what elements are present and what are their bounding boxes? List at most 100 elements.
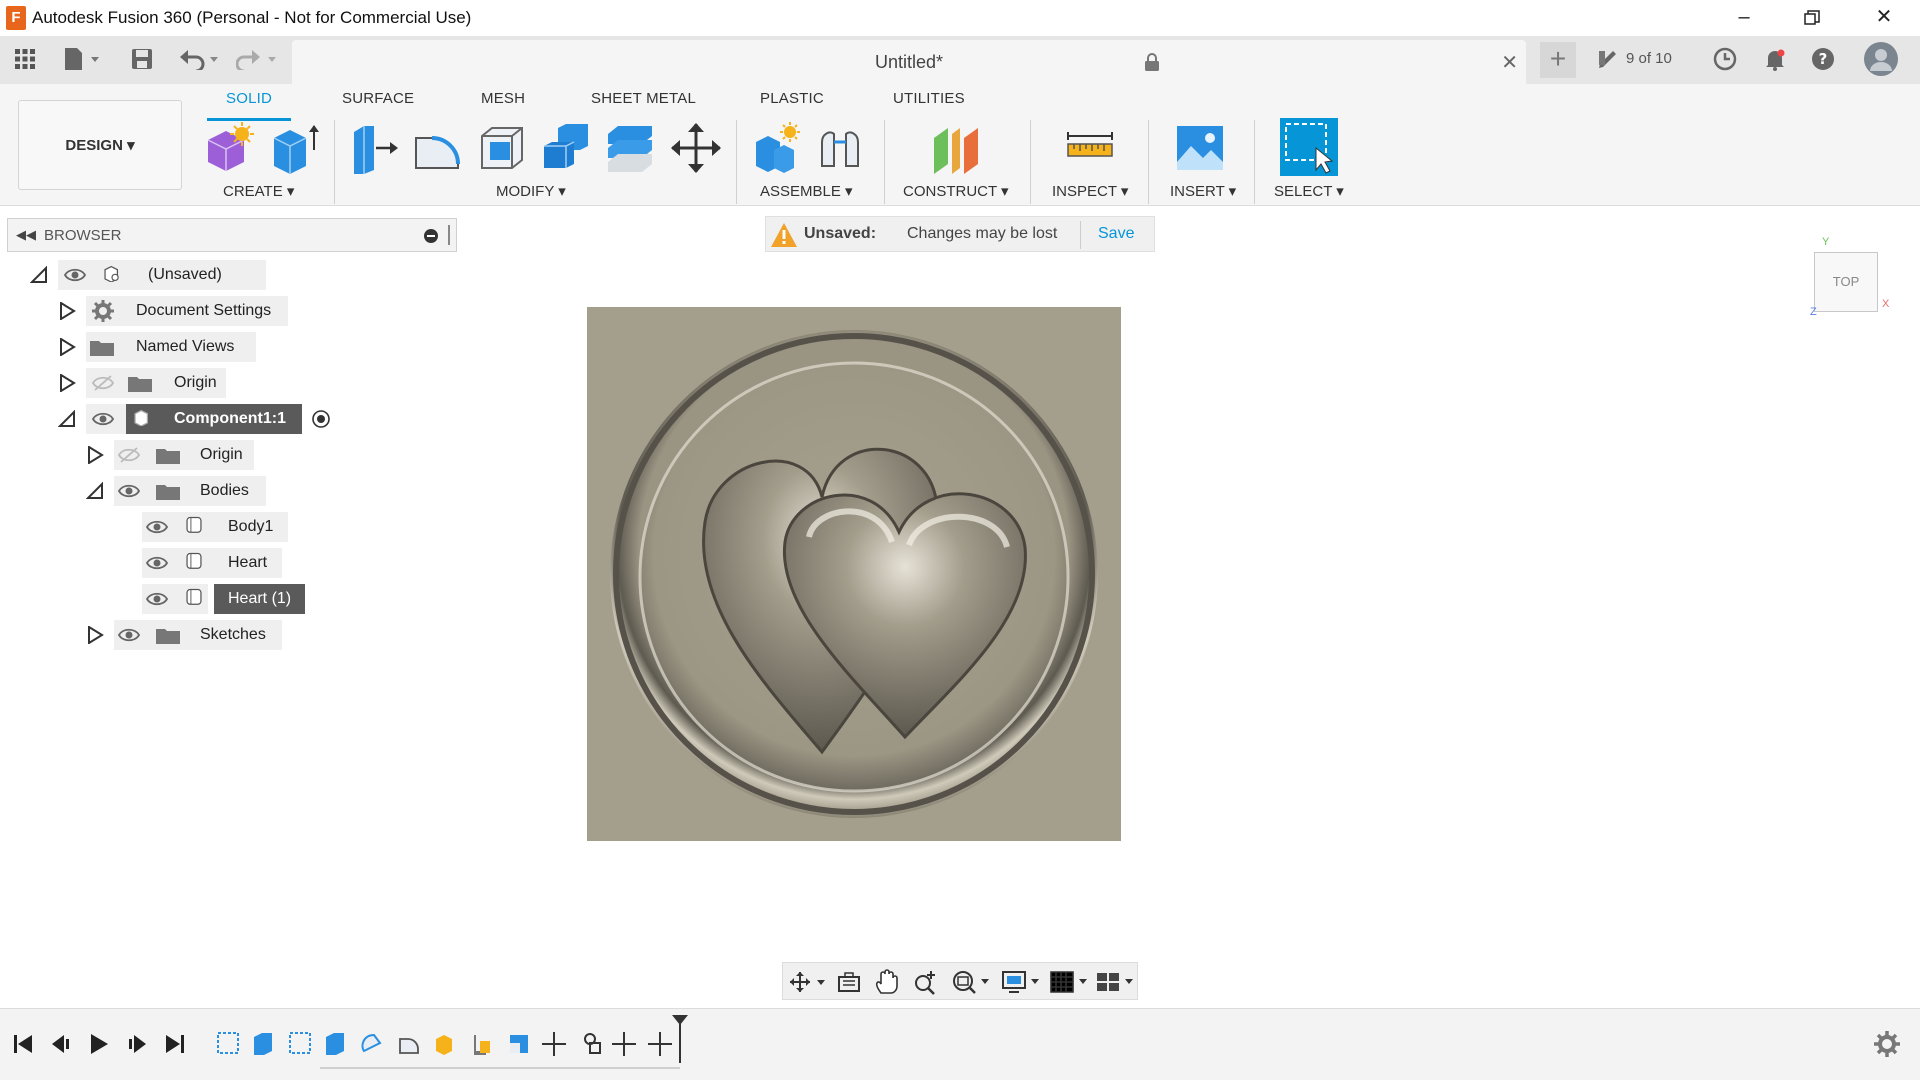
tab-mesh[interactable]: MESH [481,90,525,107]
tree-row-origin[interactable]: Origin [56,368,356,398]
data-panel-grid-icon[interactable] [12,46,38,72]
fit-zoom-window-icon[interactable] [951,969,993,995]
document-tab[interactable]: Untitled* ✕ [292,40,1526,84]
notifications-bell-icon[interactable] [1762,46,1788,72]
visibility-eye-icon[interactable] [146,518,168,536]
file-menu-icon[interactable] [62,46,104,72]
activate-component-radio-icon[interactable] [312,410,330,428]
shell-icon[interactable] [476,122,528,174]
collapse-browser-icon[interactable]: ◀◀ [16,227,36,243]
tab-surface[interactable]: SURFACE [342,90,414,107]
workspace-switcher-button[interactable]: DESIGN ▾ [18,100,182,190]
browser-minimize-icon[interactable] [424,229,438,243]
viewports-icon[interactable] [1095,969,1137,995]
version-history-icon[interactable] [1597,46,1619,72]
new-component-icon[interactable] [204,122,256,174]
move-copy-icon[interactable] [670,122,722,174]
construct-menu[interactable]: CONSTRUCT ▾ [903,182,1009,200]
combine-icon[interactable] [540,122,592,174]
tree-row-heart[interactable]: Heart [112,548,412,578]
tree-row-sketches[interactable]: Sketches [84,620,384,650]
tab-sheet-metal[interactable]: SHEET METAL [591,90,696,107]
pan-hand-icon[interactable] [875,969,899,995]
joint-icon[interactable] [816,122,868,174]
press-pull-icon[interactable] [350,122,402,174]
tree-row-heart-1[interactable]: Heart (1) [112,584,412,614]
folder-icon [156,629,180,644]
visibility-eye-icon[interactable] [64,266,86,284]
minimize-button[interactable]: – [1710,0,1778,36]
redo-icon[interactable] [236,46,280,72]
play-icon[interactable] [88,1033,110,1055]
visibility-eye-icon[interactable] [92,410,114,428]
new-component-assemble-icon[interactable] [752,122,804,174]
step-forward-icon[interactable] [126,1033,148,1055]
gear-icon [92,300,114,322]
visibility-eye-icon[interactable] [146,554,168,572]
measure-icon[interactable] [1064,122,1116,174]
tree-row-bodies[interactable]: Bodies [84,476,384,506]
zoom-icon[interactable] [913,969,937,995]
expand-triangle-icon[interactable] [58,302,76,320]
collapse-triangle-icon[interactable] [58,410,76,428]
tab-solid[interactable]: SOLID [226,90,272,107]
offset-face-icon[interactable] [604,122,656,174]
view-cube-top-face[interactable]: TOP [1833,274,1860,289]
tree-row-named-views[interactable]: Named Views [56,332,356,362]
save-link[interactable]: Save [1098,225,1134,243]
expand-triangle-icon[interactable] [58,374,76,392]
tree-root-row[interactable]: (Unsaved) [28,260,328,290]
save-icon[interactable] [130,46,154,72]
orbit-icon[interactable] [789,971,829,993]
grid-settings-icon[interactable] [1049,969,1091,995]
collapse-triangle-icon[interactable] [86,482,104,500]
timeline-marker-handle[interactable] [672,1013,688,1065]
insert-menu[interactable]: INSERT ▾ [1170,182,1236,200]
tree-row-component[interactable]: Component1:1 [56,404,376,434]
model-viewport-render[interactable] [587,307,1121,841]
job-status-clock-icon[interactable] [1712,46,1738,72]
offset-plane-icon[interactable] [930,122,982,174]
visibility-eye-icon[interactable] [146,590,168,608]
go-to-start-icon[interactable] [12,1033,34,1055]
tab-plastic[interactable]: PLASTIC [760,90,824,107]
look-at-icon[interactable] [837,971,861,993]
display-settings-icon[interactable] [1001,969,1043,995]
undo-icon[interactable] [178,46,222,72]
tree-row-component-origin[interactable]: Origin [84,440,384,470]
version-label[interactable]: 9 of 10 [1626,50,1672,67]
visibility-eye-icon[interactable] [118,482,140,500]
expand-triangle-icon[interactable] [86,626,104,644]
assemble-menu[interactable]: ASSEMBLE ▾ [760,182,853,200]
hidden-eye-icon[interactable] [92,374,114,392]
axis-y-label: Y [1822,236,1830,248]
close-window-button[interactable]: ✕ [1850,0,1918,36]
extrude-icon[interactable] [268,122,320,174]
expand-triangle-icon[interactable] [58,338,76,356]
create-menu[interactable]: CREATE ▾ [223,182,294,200]
hidden-eye-icon[interactable] [118,446,140,464]
new-tab-button[interactable]: + [1540,42,1576,78]
timeline-feature-icons[interactable] [214,1029,684,1059]
visibility-eye-icon[interactable] [118,626,140,644]
timeline-settings-gear-icon[interactable] [1874,1031,1900,1057]
fillet-icon[interactable] [412,122,464,174]
step-back-icon[interactable] [50,1033,72,1055]
go-to-end-icon[interactable] [164,1033,186,1055]
tree-row-document-settings[interactable]: Document Settings [56,296,356,326]
view-cube[interactable]: TOP [1814,252,1878,312]
user-avatar[interactable] [1864,42,1898,76]
expand-triangle-icon[interactable] [86,446,104,464]
select-menu[interactable]: SELECT ▾ [1274,182,1344,200]
help-icon[interactable]: ? [1810,46,1836,72]
insert-image-icon[interactable] [1174,122,1226,174]
modify-menu[interactable]: MODIFY ▾ [496,182,566,200]
restore-button[interactable] [1778,0,1846,36]
tab-utilities[interactable]: UTILITIES [893,90,965,107]
inspect-menu[interactable]: INSPECT ▾ [1052,182,1128,200]
browser-pin-handle[interactable] [448,225,450,245]
close-tab-button[interactable]: ✕ [1501,50,1518,75]
tree-row-body1[interactable]: Body1 [112,512,412,542]
select-tool-button[interactable] [1280,118,1338,176]
collapse-triangle-icon[interactable] [30,266,48,284]
